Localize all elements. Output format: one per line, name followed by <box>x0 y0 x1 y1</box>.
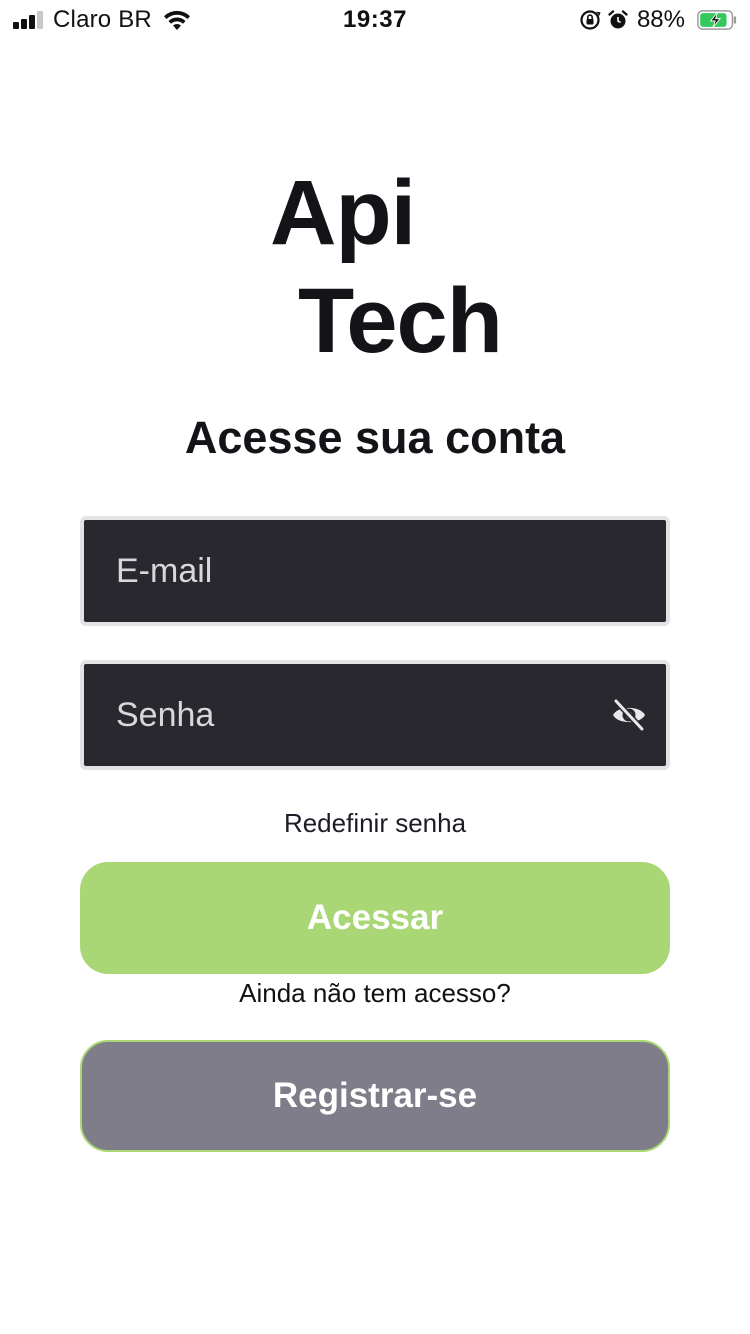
email-field-container <box>80 516 670 626</box>
password-input[interactable] <box>84 664 666 766</box>
password-field-container <box>80 660 670 770</box>
email-input[interactable] <box>84 520 666 622</box>
login-button-label: Acessar <box>306 898 444 937</box>
logo-text-line2: Tech <box>298 270 503 372</box>
register-button-label: Registrar-se <box>272 1076 478 1115</box>
logo-text-line1: Api <box>270 162 416 264</box>
no-access-text: Ainda não tem acesso? <box>239 978 511 1008</box>
login-screen: Claro BR 19:37 88% Api Tech Acesse sua c… <box>0 0 750 1334</box>
register-button[interactable]: Registrar-se <box>80 1040 670 1152</box>
page-title: Acesse sua conta <box>184 412 566 463</box>
app-logo: Api Tech <box>0 0 750 380</box>
login-button[interactable]: Acessar <box>80 862 670 974</box>
eye-off-icon[interactable] <box>610 697 648 733</box>
reset-password-link[interactable]: Redefinir senha <box>0 808 750 839</box>
